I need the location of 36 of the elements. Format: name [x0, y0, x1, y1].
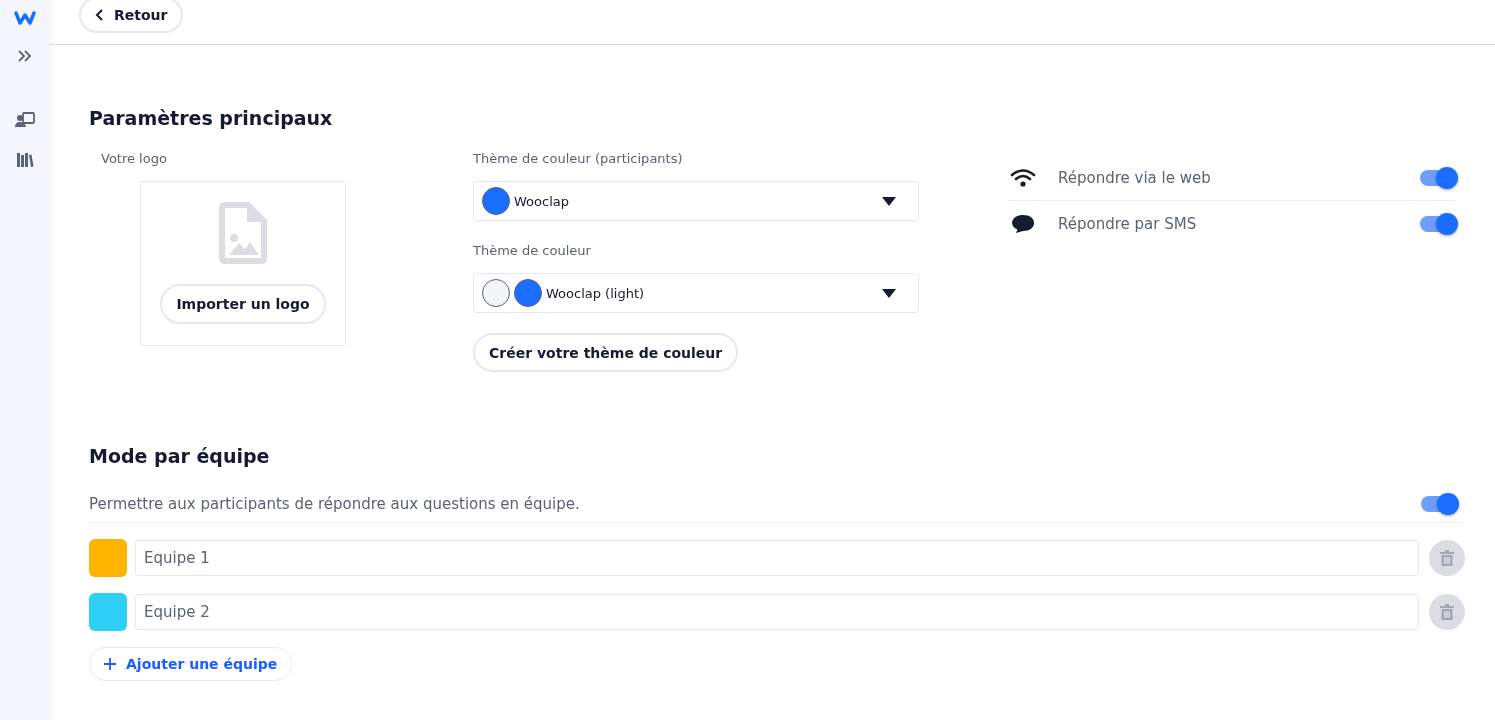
toggle-switch[interactable] [1420, 216, 1456, 232]
logo-icon[interactable] [12, 8, 37, 28]
field-label: Votre logo [101, 151, 168, 166]
theme-dropdown[interactable]: Wooclap [473, 181, 919, 221]
delete-button[interactable] [1429, 594, 1465, 630]
field-label: Thème de couleur [473, 243, 592, 258]
dropdown-value: Wooclap (light) [546, 285, 646, 301]
presenter-icon[interactable] [12, 110, 37, 130]
create-theme-button[interactable]: Créer votre thème de couleur [473, 333, 739, 372]
team-name-field[interactable]: Equipe 1 [135, 540, 1419, 576]
caret-down-icon [882, 196, 896, 206]
plus-icon [104, 658, 116, 670]
option-label: Répondre via le web [1058, 168, 1212, 187]
trash-icon [1440, 604, 1454, 620]
description-text: Permettre aux participants de répondre aux questions en équipe. [89, 494, 580, 513]
trash-icon [1440, 550, 1454, 566]
team-color-swatch[interactable] [89, 539, 127, 577]
speech-bubble-icon [1010, 214, 1036, 234]
team-color-swatch[interactable] [89, 593, 127, 631]
chevron-left-icon [95, 9, 104, 21]
option-label: Répondre par SMS [1058, 215, 1198, 233]
team-name-field[interactable]: Equipe 2 [135, 594, 1419, 630]
image-file-icon [219, 202, 267, 264]
field-label: Thème de couleur (participants) [473, 151, 684, 166]
section-title: Paramètres principaux [89, 107, 334, 129]
delete-button[interactable] [1429, 540, 1465, 576]
caret-down-icon [882, 288, 896, 298]
toggle-switch[interactable] [1420, 169, 1456, 186]
section-title: Mode par équipe [89, 445, 271, 467]
import-logo-button[interactable]: Importer un logo [160, 284, 326, 324]
dropdown-value: Wooclap [514, 193, 570, 209]
back-button[interactable]: Retour [79, 0, 184, 33]
wifi-icon [1010, 167, 1036, 188]
toggle-switch[interactable] [1421, 495, 1457, 512]
theme-dropdown[interactable]: Wooclap (light) [473, 273, 919, 313]
add-team-button[interactable]: Ajouter une équipe [89, 647, 293, 681]
